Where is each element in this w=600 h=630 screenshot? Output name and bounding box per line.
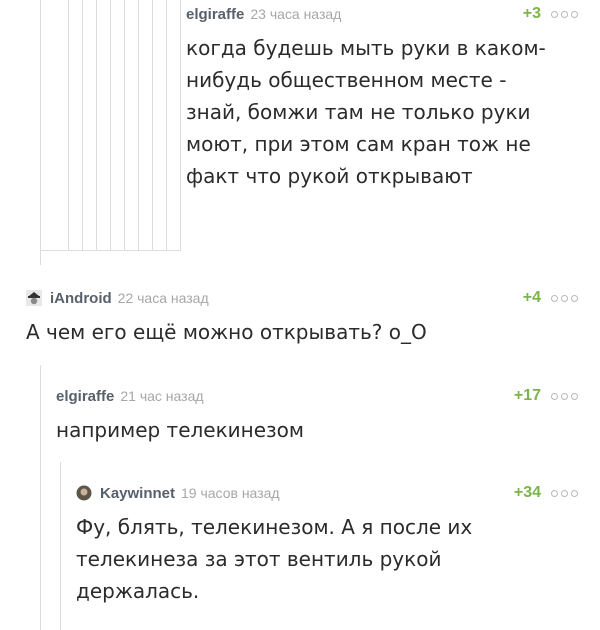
comment-text: А чем его ещё можно открывать? о_О	[26, 320, 427, 344]
comment-rating: +4	[522, 289, 541, 306]
comment-author[interactable]: elgiraffe	[186, 6, 244, 23]
comment-rating: +3	[522, 5, 541, 22]
comment-header: Kaywinnet 19 часов назад +34	[76, 481, 578, 505]
comment-time[interactable]: 22 часа назад	[118, 290, 209, 306]
thread-line	[40, 250, 181, 251]
thread-line	[40, 365, 41, 630]
thread-line	[152, 0, 153, 250]
thread-line	[124, 0, 125, 250]
thread-line	[40, 0, 41, 265]
thread-line	[82, 0, 83, 250]
comment-time[interactable]: 21 час назад	[120, 388, 203, 404]
thread-line	[180, 0, 181, 250]
thread-line	[138, 0, 139, 250]
comment: iAndroid 22 часа назад +4 А чем его ещё …	[26, 286, 578, 356]
thread-line	[96, 0, 97, 250]
comment-author[interactable]: elgiraffe	[56, 388, 114, 405]
comment-text: Фу, блять, телекинезом. А я после их тел…	[76, 515, 473, 603]
thread-line	[60, 462, 61, 630]
more-options-icon[interactable]	[551, 392, 578, 400]
comment-header: iAndroid 22 часа назад +4	[26, 286, 578, 310]
round-avatar-icon[interactable]	[76, 485, 92, 501]
comment-rating: +17	[513, 387, 541, 404]
comment-time[interactable]: 19 часов назад	[181, 485, 280, 501]
hat-avatar-icon[interactable]	[26, 290, 42, 306]
thread-line	[166, 0, 167, 250]
thread-line	[110, 0, 111, 250]
comment: elgiraffe 23 часа назад +3 когда будешь …	[186, 2, 578, 212]
comment-header: elgiraffe 23 часа назад +3	[186, 2, 578, 26]
comment-author[interactable]: iAndroid	[50, 290, 112, 307]
more-options-icon[interactable]	[551, 10, 578, 18]
comment-text: когда будешь мыть руки в каком- нибудь о…	[186, 36, 546, 188]
comment-text: например телекинезом	[56, 418, 305, 442]
comment-header: elgiraffe 21 час назад +17	[56, 384, 578, 408]
comment-author[interactable]: Kaywinnet	[100, 485, 175, 502]
comment-time[interactable]: 23 часа назад	[250, 6, 341, 22]
comment: elgiraffe 21 час назад +17 например теле…	[56, 384, 578, 454]
more-options-icon[interactable]	[551, 489, 578, 497]
comment: Kaywinnet 19 часов назад +34 Фу, блять, …	[76, 481, 578, 621]
more-options-icon[interactable]	[551, 294, 578, 302]
thread-line	[68, 0, 69, 250]
comment-rating: +34	[513, 484, 541, 501]
